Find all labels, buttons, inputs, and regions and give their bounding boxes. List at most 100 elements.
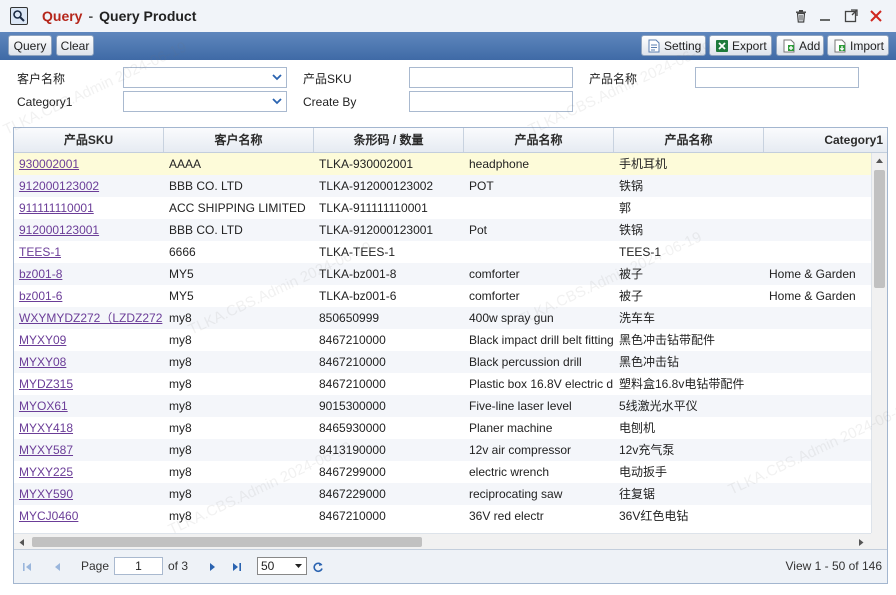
minimize-icon[interactable] — [815, 6, 835, 26]
refresh-icon[interactable] — [311, 560, 325, 574]
scroll-left-icon[interactable] — [18, 538, 25, 547]
table-cell: Five-line laser level — [469, 399, 572, 413]
sku-link[interactable]: MYDZ315 — [14, 373, 164, 395]
table-cell: comforter — [469, 267, 520, 281]
table-cell: AAAA — [169, 157, 202, 171]
table-row[interactable]: bz001-8 MY5 TLKA-bz001-8 comforter 被子 Home & … — [14, 263, 871, 285]
customer-name-label: 客户名称 — [17, 72, 66, 86]
table-row[interactable]: 912000123002 BBB CO. LTD TLKA-912000123002… — [14, 175, 871, 197]
prev-page-icon[interactable] — [50, 560, 64, 574]
table-row[interactable]: MYXY225 my8 8467299000 electric wrench 电动扳手 — [14, 461, 871, 483]
table-cell — [764, 175, 871, 197]
category1-select[interactable] — [123, 91, 287, 112]
close-icon[interactable] — [866, 6, 886, 26]
column-header-barcode[interactable]: 条形码 / 数量 — [314, 128, 464, 152]
column-header-category1[interactable]: Category1 — [764, 128, 887, 152]
table-row[interactable]: MYXY08 my8 8467210000 Black percussion dril… — [14, 351, 871, 373]
table-row[interactable]: MYDZ315 my8 8467210000 Plastic box 16.8V el… — [14, 373, 871, 395]
page-number-input[interactable]: 1 — [114, 557, 163, 575]
product-sku-input[interactable] — [409, 67, 573, 88]
sku-link[interactable]: 912000123001 — [14, 219, 164, 241]
product-name-input[interactable] — [695, 67, 859, 88]
sku-link[interactable]: MYXY418 — [14, 417, 164, 439]
export-button[interactable]: Export — [709, 35, 772, 56]
sku-link[interactable]: MYXY09 — [14, 329, 164, 351]
sku-link[interactable]: MYXY08 — [14, 351, 164, 373]
sku-link[interactable]: 911111110001 — [14, 197, 164, 219]
setting-icon — [647, 39, 661, 53]
table-cell: 被子 — [619, 289, 644, 303]
table-row[interactable]: WXYMYDZ272（LZDZ272 my8 850650999 400w spray… — [14, 307, 871, 329]
table-cell: 郭 — [619, 201, 632, 215]
table-cell: ACC SHIPPING LIMITED — [169, 201, 306, 215]
vertical-scrollbar[interactable] — [871, 153, 887, 533]
table-cell: 6666 — [169, 245, 196, 259]
sku-link[interactable]: TEES-1 — [14, 241, 164, 263]
table-row[interactable]: 930002001 AAAA TLKA-930002001 headphone 手机耳机 — [14, 153, 871, 175]
sku-link[interactable]: MYOX61 — [14, 395, 164, 417]
query-button[interactable]: Query — [8, 35, 52, 56]
sku-link[interactable]: MYXY225 — [14, 461, 164, 483]
sku-link[interactable]: 930002001 — [14, 153, 164, 175]
first-page-icon[interactable] — [20, 560, 34, 574]
table-row[interactable]: TEES-1 6666 TLKA-TEES-1 TEES-1 — [14, 241, 871, 263]
sku-link[interactable]: WXYMYDZ272（LZDZ272 — [14, 307, 164, 329]
table-cell: 400w spray gun — [469, 311, 554, 325]
column-header-product-name-cn[interactable]: 产品名称 — [614, 128, 764, 152]
horizontal-scrollbar[interactable] — [14, 533, 871, 549]
import-button[interactable]: Import — [827, 35, 889, 56]
table-cell: 8467229000 — [319, 487, 386, 501]
table-cell: Pot — [469, 223, 488, 237]
last-page-icon[interactable] — [230, 560, 244, 574]
scroll-right-icon[interactable] — [858, 538, 865, 547]
sku-link[interactable]: 912000123002 — [14, 175, 164, 197]
page-size-select[interactable]: 50 — [257, 557, 307, 575]
maximize-icon[interactable] — [841, 6, 861, 26]
table-cell — [764, 241, 871, 263]
vertical-scroll-thumb[interactable] — [874, 170, 885, 288]
sku-link[interactable]: MYXY587 — [14, 439, 164, 461]
sku-link[interactable]: bz001-8 — [14, 263, 164, 285]
table-row[interactable]: 912000123001 BBB CO. LTD TLKA-912000123001… — [14, 219, 871, 241]
table-cell: Black percussion drill — [469, 355, 582, 369]
chevron-down-icon — [271, 71, 283, 86]
table-cell: TLKA-911111110001 — [319, 201, 428, 215]
clear-button[interactable]: Clear — [56, 35, 94, 56]
table-cell: Black impact drill belt fitting — [469, 333, 614, 347]
sku-link[interactable]: MYXY590 — [14, 483, 164, 505]
next-page-icon[interactable] — [206, 560, 220, 574]
table-cell: my8 — [169, 333, 192, 347]
sku-link[interactable]: bz001-6 — [14, 285, 164, 307]
table-row[interactable]: MYXY418 my8 8465930000 Planer machine 电刨机 — [14, 417, 871, 439]
create-by-input[interactable] — [409, 91, 573, 112]
table-row[interactable]: MYXY587 my8 8413190000 12v air compressor 12… — [14, 439, 871, 461]
table-cell: TLKA-912000123001 — [319, 223, 434, 237]
table-cell: my8 — [169, 487, 192, 501]
search-icon — [10, 7, 28, 25]
table-cell — [764, 439, 871, 461]
table-row[interactable]: 911111110001 ACC SHIPPING LIMITED TLKA-911… — [14, 197, 871, 219]
add-label: Add — [799, 38, 821, 53]
table-cell: TLKA-bz001-6 — [319, 289, 397, 303]
table-cell — [764, 373, 871, 395]
horizontal-scroll-thumb[interactable] — [32, 537, 422, 547]
table-cell: 铁锅 — [619, 179, 644, 193]
sku-link[interactable]: MYCJ0460 — [14, 505, 164, 527]
column-header-product-name-en[interactable]: 产品名称 — [464, 128, 614, 152]
table-row[interactable]: MYXY09 my8 8467210000 Black impact drill be… — [14, 329, 871, 351]
trash-icon[interactable] — [791, 6, 811, 26]
window-title: Query - Query Product — [42, 8, 196, 24]
category1-label: Category1 — [17, 95, 73, 109]
table-row[interactable]: MYOX61 my8 9015300000 Five-line laser level… — [14, 395, 871, 417]
table-row[interactable]: bz001-6 MY5 TLKA-bz001-6 comforter 被子 Home & … — [14, 285, 871, 307]
table-row[interactable]: MYXY590 my8 8467229000 reciprocating saw 往复锯 — [14, 483, 871, 505]
customer-name-select[interactable] — [123, 67, 287, 88]
table-cell: POT — [469, 179, 494, 193]
column-header-sku[interactable]: 产品SKU — [14, 128, 164, 152]
table-row[interactable]: MYCJ0460 my8 8467210000 36V red electr 36V红色… — [14, 505, 871, 527]
column-header-customer[interactable]: 客户名称 — [164, 128, 314, 152]
scroll-up-icon[interactable] — [875, 157, 884, 164]
setting-button[interactable]: Setting — [641, 35, 706, 56]
table-cell: 8467210000 — [319, 355, 386, 369]
add-button[interactable]: Add — [776, 35, 824, 56]
